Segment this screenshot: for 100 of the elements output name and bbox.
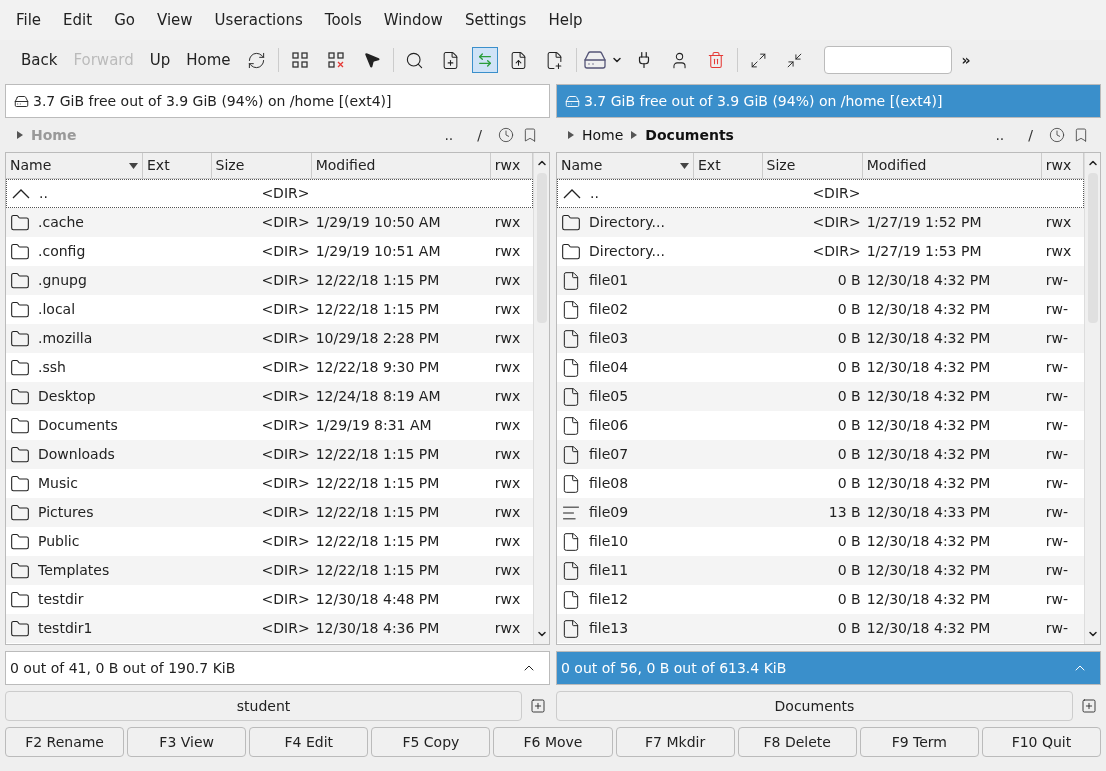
menu-item[interactable]: File [16,8,42,32]
function-key-button[interactable]: F2 Rename [5,727,125,757]
command-button[interactable]: student [5,691,522,721]
file-icon [561,589,581,610]
file-icon [561,386,581,407]
menu-item[interactable]: Settings [464,8,527,32]
file-permissions: rwx [494,301,521,317]
file-modified: 12/30/18 4:32 PM [866,417,991,433]
path-button[interactable]: .. [987,124,1013,146]
function-key-button[interactable]: F9 Term [859,727,979,757]
file-row[interactable]: file01 0 B 12/30/18 4:32 PM rw- [557,266,1084,295]
column-header[interactable]: Size [762,153,863,178]
column-header[interactable]: Size [211,153,312,178]
file-row[interactable]: .gnupg <DIR> 12/22/18 1:15 PM rwx [6,266,533,295]
file-modified: 12/22/18 1:15 PM [315,504,440,520]
function-key-button[interactable]: F4 Edit [249,727,369,757]
folder-icon [10,357,30,378]
file-name: file08 [589,474,629,493]
menu-item[interactable]: Useractions [214,8,303,32]
scrollbar[interactable] [1084,153,1100,644]
column-header[interactable]: Modified [311,153,491,178]
file-row[interactable]: Directory... <DIR> 1/27/19 1:52 PM rwx [557,208,1084,237]
file-row[interactable]: file03 0 B 12/30/18 4:32 PM rw- [557,324,1084,353]
history-icon[interactable] [1049,127,1065,143]
file-size: 0 B [837,388,861,404]
file-row[interactable]: file07 0 B 12/30/18 4:32 PM rw- [557,440,1084,469]
file-row[interactable]: file13 0 B 12/30/18 4:32 PM rw- [557,614,1084,643]
menu-item[interactable]: Window [383,8,443,32]
file-permissions: rwx [494,504,521,520]
file-name: testdir [38,590,84,609]
file-size: 0 B [837,330,861,346]
overflow-button[interactable]: » [957,49,975,71]
mount-button[interactable] [582,48,623,72]
column-header[interactable]: Name [557,153,694,178]
menu-item[interactable]: Go [114,8,135,32]
bookmark-icon[interactable] [1073,127,1089,143]
file-row[interactable]: .. <DIR> [557,179,1084,208]
function-key-button[interactable]: F7 Mkdir [615,727,735,757]
new-window-icon[interactable] [1081,698,1097,714]
file-modified: 12/30/18 4:32 PM [866,388,991,404]
search-field[interactable] [823,46,952,74]
file-size: 13 B [828,504,861,520]
path-button[interactable]: / [469,124,490,146]
file-name: .config [38,242,86,261]
file-row[interactable]: Pictures <DIR> 12/22/18 1:15 PM rwx [6,498,533,527]
column-header[interactable]: Name [6,153,143,178]
folder-icon [10,386,30,407]
file-row[interactable]: .mozilla <DIR> 10/29/18 2:28 PM rwx [6,324,533,353]
file-permissions: rw- [1045,562,1069,578]
file-name: file09 [589,503,629,522]
file-name: Desktop [38,387,96,406]
function-key-button[interactable]: F5 Copy [371,727,491,757]
menu-item[interactable]: Tools [324,8,362,32]
sort-arrow-icon [129,162,138,169]
function-key-button[interactable]: F8 Delete [737,727,857,757]
file-name: Music [38,474,78,493]
file-row[interactable]: .. <DIR> [6,179,533,208]
file-icon [561,473,581,494]
column-header[interactable]: Ext [143,153,212,178]
file-name: .. [590,184,599,203]
breadcrumb-item[interactable]: Documents [645,124,734,146]
file-size: <DIR> [261,330,310,346]
column-header[interactable]: Modified [862,153,1042,178]
file-modified: 12/22/18 1:15 PM [315,446,440,462]
nav-button[interactable]: Home [181,48,236,72]
column-header[interactable]: Ext [694,153,763,178]
menu-item[interactable]: Help [548,8,583,32]
file-row[interactable]: Desktop <DIR> 12/24/18 8:19 AM rwx [6,382,533,411]
file-row[interactable]: file09 13 B 12/30/18 4:33 PM rw- [557,498,1084,527]
compare-button[interactable] [471,47,498,73]
file-name: Pictures [38,503,94,522]
menu-item[interactable]: Edit [63,8,93,32]
file-row[interactable]: .cache <DIR> 1/29/19 10:50 AM rwx [6,208,533,237]
file-modified: 12/22/18 1:15 PM [315,475,440,491]
new-window-icon[interactable] [530,698,546,714]
nav-button[interactable]: Back [16,48,63,72]
file-row[interactable]: Downloads <DIR> 12/22/18 1:15 PM rwx [6,440,533,469]
file-permissions: rwx [494,417,521,433]
file-row[interactable]: Templates <DIR> 12/22/18 1:15 PM rwx [6,556,533,585]
path-button[interactable]: .. [436,124,462,146]
function-key-button[interactable]: F6 Move [493,727,613,757]
path-button[interactable]: / [1020,124,1041,146]
file-modified: 12/22/18 1:15 PM [315,272,440,288]
breadcrumb-item[interactable]: Home [582,124,624,146]
file-row[interactable]: file05 0 B 12/30/18 4:32 PM rw- [557,382,1084,411]
file-modified: 12/30/18 4:32 PM [866,272,991,288]
function-key-button[interactable]: F10 Quit [981,727,1101,757]
file-permissions: rw- [1045,620,1069,636]
history-icon[interactable] [498,127,514,143]
trash-icon [706,51,725,69]
function-key-button[interactable]: F3 View [127,727,247,757]
file-row[interactable]: file11 0 B 12/30/18 4:32 PM rw- [557,556,1084,585]
command-button[interactable]: Documents [556,691,1073,721]
scrollbar[interactable] [533,153,549,644]
file-size: <DIR> [812,243,861,259]
file-size: 0 B [837,475,861,491]
menu-item[interactable]: View [157,8,193,32]
nav-button[interactable]: Up [144,48,176,72]
bookmark-icon[interactable] [522,127,538,143]
file-row[interactable]: testdir1 <DIR> 12/30/18 4:36 PM rwx [6,614,533,643]
